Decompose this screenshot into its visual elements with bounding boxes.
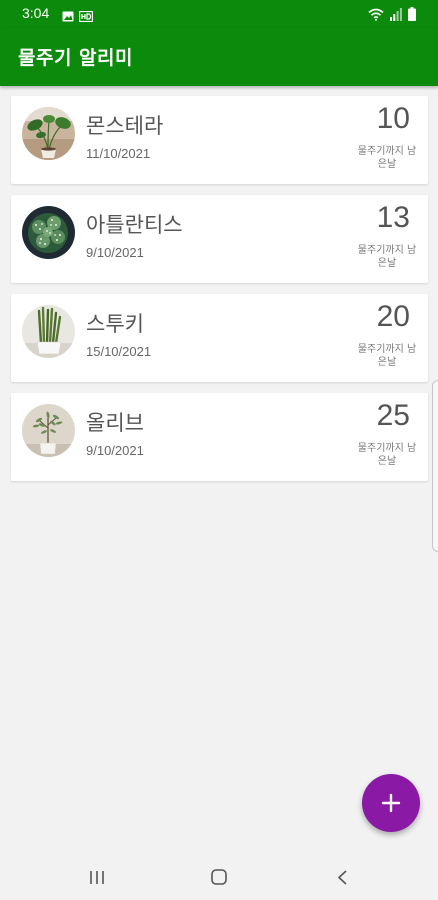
plant-date: 9/10/2021 — [86, 245, 144, 260]
plus-icon — [362, 793, 420, 836]
days-left-label: 물주기까지 남은날 — [357, 443, 417, 467]
days-left-count: 25 — [376, 399, 410, 432]
days-left-count: 13 — [376, 201, 410, 234]
plant-date: 9/10/2021 — [86, 443, 144, 458]
back-button[interactable] — [322, 863, 362, 893]
battery-icon — [408, 6, 416, 25]
plant-card-atlantis[interactable]: 아틀란티스 9/10/2021 13 물주기까지 남은날 — [11, 195, 428, 283]
hd-icon — [78, 7, 94, 26]
plant-name: 스투키 — [86, 312, 144, 336]
home-button[interactable] — [199, 863, 239, 893]
atlantis-photo — [22, 206, 75, 259]
days-left-count: 20 — [376, 300, 410, 333]
add-plant-button[interactable] — [362, 774, 420, 832]
back-icon — [322, 870, 362, 897]
edge-panel-handle[interactable] — [432, 380, 438, 552]
image-icon — [62, 7, 74, 26]
plant-date: 15/10/2021 — [86, 344, 152, 359]
monstera-photo — [22, 107, 75, 160]
days-left-label: 물주기까지 남은날 — [357, 344, 417, 368]
recent-apps-button[interactable] — [78, 863, 118, 893]
stuckyi-photo — [22, 305, 75, 358]
app-title: 물주기 알리미 — [18, 47, 133, 69]
plant-name: 몬스테라 — [86, 114, 164, 138]
navigation-bar — [0, 855, 438, 900]
recent-apps-icon — [78, 871, 118, 897]
olive-photo — [22, 404, 75, 457]
plant-card-monstera[interactable]: 몬스테라 11/10/2021 10 물주기까지 남은날 — [11, 96, 428, 184]
signal-icon — [390, 6, 402, 25]
status-left-icons — [62, 7, 94, 26]
plant-date: 11/10/2021 — [86, 146, 151, 161]
wifi-icon — [368, 6, 384, 25]
plant-list: 몬스테라 11/10/2021 10 물주기까지 남은날 아틀란티스 9/10/… — [11, 96, 428, 492]
plant-card-stuckyi[interactable]: 스투키 15/10/2021 20 물주기까지 남은날 — [11, 294, 428, 382]
status-bar: 3:04 — [0, 0, 438, 28]
status-time: 3:04 — [22, 5, 50, 21]
days-left-count: 10 — [376, 102, 410, 135]
days-left-label: 물주기까지 남은날 — [357, 146, 417, 170]
plant-name: 아틀란티스 — [86, 213, 183, 237]
days-left-label: 물주기까지 남은날 — [357, 245, 417, 269]
status-right-icons — [368, 6, 416, 25]
home-icon — [199, 869, 239, 897]
app-bar: 물주기 알리미 — [0, 28, 438, 86]
plant-card-olive[interactable]: 올리브 9/10/2021 25 물주기까지 남은날 — [11, 393, 428, 481]
plant-name: 올리브 — [86, 411, 144, 435]
